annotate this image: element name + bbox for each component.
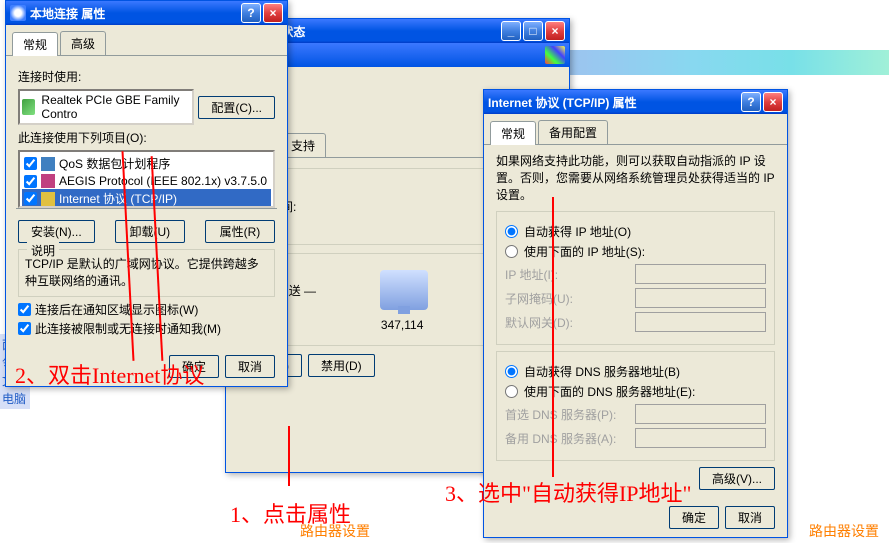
notify-check-row[interactable]: 连接后在通知区域显示图标(W) <box>18 301 275 318</box>
items-label: 此连接使用下列项目(O): <box>18 129 275 146</box>
lan-titlebar[interactable]: 本地连接 属性 ? × <box>6 1 287 25</box>
install-button[interactable]: 安装(N)... <box>18 220 95 243</box>
lan-title: 本地连接 属性 <box>30 5 239 22</box>
manual-ip-radio[interactable] <box>505 245 518 258</box>
dns2-label: 备用 DNS 服务器(A): <box>505 430 635 447</box>
qos-icon <box>41 157 55 171</box>
advanced-button[interactable]: 高级(V)... <box>699 467 775 490</box>
auto-dns-row[interactable]: 自动获得 DNS 服务器地址(B) <box>505 363 766 380</box>
tcpip-tabs: 常规 备用配置 <box>484 114 787 145</box>
cancel-button[interactable]: 取消 <box>725 506 775 529</box>
item-properties-button[interactable]: 属性(R) <box>205 220 275 243</box>
annotation-step1: 1、点击属性 <box>230 497 351 529</box>
help-icon[interactable]: ? <box>741 92 761 112</box>
ip-field <box>635 264 766 284</box>
sidebar-fragment: 电脑 <box>0 388 30 409</box>
connect-using-label: 连接时使用: <box>18 68 275 85</box>
tab-advanced[interactable]: 高级 <box>60 31 106 55</box>
components-list[interactable]: QoS 数据包计划程序 AEGIS Protocol (IEEE 802.1x)… <box>18 150 275 208</box>
limited-check-row[interactable]: 此连接被限制或无连接时通知我(M) <box>18 320 275 337</box>
dns-radio-group: 自动获得 DNS 服务器地址(B) 使用下面的 DNS 服务器地址(E): 首选… <box>496 351 775 461</box>
lan-tabs: 常规 高级 <box>6 25 287 56</box>
annotation-step2: 2、双击Internet协议 <box>15 358 204 390</box>
close-icon[interactable]: × <box>545 21 565 41</box>
manual-dns-row[interactable]: 使用下面的 DNS 服务器地址(E): <box>505 383 766 400</box>
ok-button[interactable]: 确定 <box>669 506 719 529</box>
network-monitor-icon <box>380 270 428 310</box>
manual-ip-row[interactable]: 使用下面的 IP 地址(S): <box>505 243 766 260</box>
description-group: 说明 TCP/IP 是默认的广域网协议。它提供跨越多种互联网络的通讯。 <box>18 249 275 297</box>
watermark-brand: 路由器设置 <box>809 521 879 541</box>
list-item-tcpip[interactable]: Internet 协议 (TCP/IP) <box>22 189 271 208</box>
desc-text: TCP/IP 是默认的广域网协议。它提供跨越多种互联网络的通讯。 <box>25 256 268 290</box>
minimize-icon[interactable]: _ <box>501 21 521 41</box>
auto-dns-radio[interactable] <box>505 365 518 378</box>
help-icon[interactable]: ? <box>241 3 261 23</box>
list-item-aegis[interactable]: AEGIS Protocol (IEEE 802.1x) v3.7.5.0 <box>22 173 271 189</box>
dns1-label: 首选 DNS 服务器(P): <box>505 406 635 423</box>
gateway-label: 默认网关(D): <box>505 314 635 331</box>
notify-checkbox[interactable] <box>18 303 31 316</box>
aegis-icon <box>41 174 55 188</box>
tcpip-titlebar[interactable]: Internet 协议 (TCP/IP) 属性 ? × <box>484 90 787 114</box>
manual-dns-radio[interactable] <box>505 385 518 398</box>
gateway-field <box>635 312 766 332</box>
list-item-qos[interactable]: QoS 数据包计划程序 <box>22 154 271 173</box>
desktop-background: 面板 邻居 文档 电脑 本地连接 状态 _ □ × 常规 支持 状态:已连接 持… <box>0 0 889 495</box>
anno-line-1 <box>288 426 290 486</box>
dns1-field <box>635 404 766 424</box>
limited-checkbox[interactable] <box>18 322 31 335</box>
subnet-field <box>635 288 766 308</box>
tcpip-properties-dialog: Internet 协议 (TCP/IP) 属性 ? × 常规 备用配置 如果网络… <box>483 89 788 538</box>
tcpip-body: 如果网络支持此功能，则可以获取自动指派的 IP 设置。否则，您需要从网络系统管理… <box>484 145 787 498</box>
nic-icon <box>22 99 35 115</box>
disable-button[interactable]: 禁用(D) <box>308 354 375 377</box>
tcpip-icon <box>41 192 55 206</box>
tab-alternate[interactable]: 备用配置 <box>538 120 608 144</box>
auto-ip-row[interactable]: 自动获得 IP 地址(O) <box>505 223 766 240</box>
windows-flag-icon <box>545 46 565 64</box>
tab-general[interactable]: 常规 <box>490 121 536 145</box>
auto-ip-radio[interactable] <box>505 225 518 238</box>
subnet-label: 子网掩码(U): <box>505 290 635 307</box>
adapter-name: Realtek PCIe GBE Family Contro <box>41 93 190 121</box>
dns2-field <box>635 428 766 448</box>
checkbox[interactable] <box>24 192 37 205</box>
close-icon[interactable]: × <box>763 92 783 112</box>
checkbox[interactable] <box>24 157 37 170</box>
lan-icon <box>10 5 26 21</box>
packets-sent: 347,114 <box>381 318 424 335</box>
close-icon[interactable]: × <box>263 3 283 23</box>
desc-label: 说明 <box>27 242 59 259</box>
tcpip-title: Internet 协议 (TCP/IP) 属性 <box>488 94 739 111</box>
adapter-box: Realtek PCIe GBE Family Contro <box>18 89 194 125</box>
tab-general[interactable]: 常规 <box>12 32 58 56</box>
annotation-step3: 3、选中"自动获得IP地址" <box>445 476 692 508</box>
checkbox[interactable] <box>24 175 37 188</box>
anno-line-3 <box>552 197 554 477</box>
ip-label: IP 地址(I): <box>505 266 635 283</box>
ip-radio-group: 自动获得 IP 地址(O) 使用下面的 IP 地址(S): IP 地址(I): … <box>496 211 775 345</box>
maximize-icon[interactable]: □ <box>523 21 543 41</box>
lan-body: 连接时使用: Realtek PCIe GBE Family Contro 配置… <box>6 56 287 347</box>
cancel-button[interactable]: 取消 <box>225 355 275 378</box>
lan-properties-dialog: 本地连接 属性 ? × 常规 高级 连接时使用: Realtek PCIe GB… <box>5 0 288 387</box>
configure-button[interactable]: 配置(C)... <box>198 96 275 119</box>
tcpip-intro: 如果网络支持此功能，则可以获取自动指派的 IP 设置。否则，您需要从网络系统管理… <box>496 153 775 203</box>
